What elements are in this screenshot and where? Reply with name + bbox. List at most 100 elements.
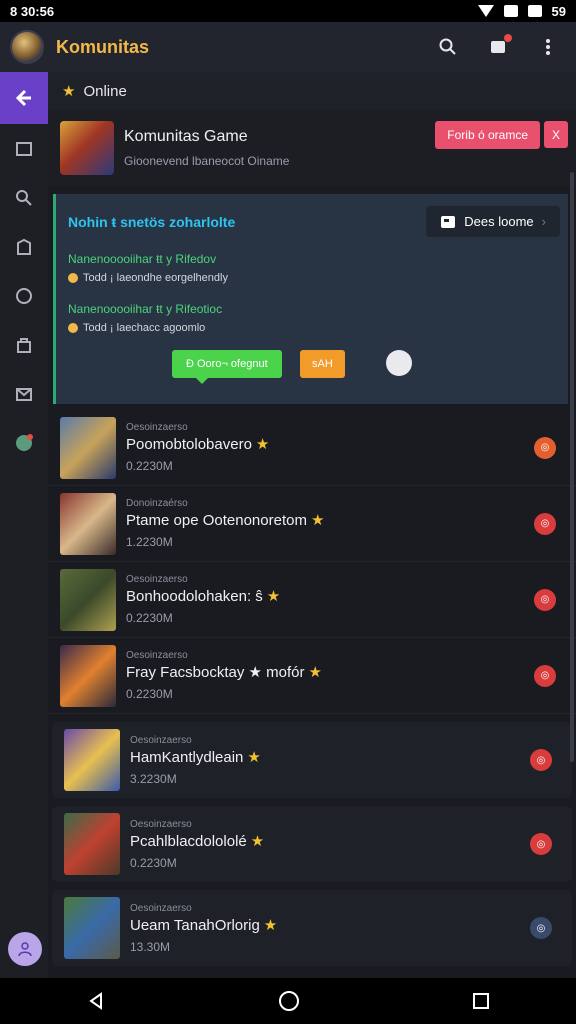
star-icon: ★ (250, 832, 265, 850)
star-icon: ★ (266, 588, 281, 605)
download-badge-icon[interactable]: ◎ (530, 749, 552, 771)
list-item-meta: Oesoinzaerso (126, 422, 188, 433)
list-item-title: Fray Facsbocktay ★ mofór (126, 664, 305, 681)
battery-icon (527, 5, 542, 17)
sidebar (0, 72, 48, 978)
sidebar-item-store[interactable] (0, 222, 48, 271)
promo-panel: Nohin ŧ snetös zoharlolte Dees loome › N… (53, 194, 568, 404)
status-bar: 8 30:56 59 (0, 0, 576, 22)
list-item-title: Ueam TanahOrlorig (130, 916, 260, 934)
sidebar-item-catalog[interactable] (0, 124, 48, 173)
user-icon (18, 942, 32, 957)
profile-button[interactable] (8, 932, 42, 966)
search-icon (16, 189, 32, 206)
back-triangle-icon[interactable] (86, 991, 106, 1011)
download-badge-icon[interactable]: ◎ (534, 512, 556, 535)
game-title: Komunitas Game (124, 128, 248, 145)
list-item[interactable]: Oesoinzaerso Pcahlblacdolololé ★ 0.2230M ◎ (52, 806, 572, 882)
sidebar-item-rewards[interactable] (0, 271, 48, 320)
download-badge-icon[interactable]: ◎ (530, 833, 552, 855)
notifications-button[interactable] (488, 34, 512, 57)
wifi-icon (477, 5, 494, 17)
list-item-size: 0.2230M (126, 687, 173, 701)
game-card[interactable]: Komunitas Game Gioonevend lbaneocot Oina… (48, 110, 576, 186)
main-content: ★ Online Komunitas Game Gioonevend lbane… (48, 72, 576, 978)
notification-badge (504, 34, 512, 42)
download-badge-icon[interactable]: ◎ (534, 436, 556, 459)
star-icon: ★ (263, 916, 278, 934)
home-circle-icon[interactable] (278, 990, 300, 1012)
list-item-title: Pcahlblacdolololé (130, 832, 247, 850)
mail-icon (16, 387, 32, 401)
sidebar-item-mail[interactable] (0, 369, 48, 418)
online-header: ★ Online (48, 72, 576, 110)
chat-button[interactable]: Ð Ooro¬ ofegnut (172, 350, 282, 384)
game-list: Oesoinzaerso Poomobtolobavero ★ 0.2230M ◎ Don… (48, 410, 576, 966)
game-thumbnail (64, 813, 120, 875)
arrow-left-icon (15, 89, 31, 107)
list-item-size: 13.30M (130, 939, 171, 954)
list-item-size: 1.2230M (126, 535, 173, 549)
orange-button[interactable]: sAH (300, 350, 345, 378)
more-menu-button[interactable] (538, 37, 558, 57)
download-badge-icon[interactable]: ◎ (534, 664, 556, 687)
list-item[interactable]: Oesoinzaerso Ueam TanahOrlorig ★ 13.30M ◎ (52, 890, 572, 966)
game-close-button[interactable]: X (544, 121, 568, 148)
emoji-face-icon[interactable] (386, 350, 412, 376)
scrollbar[interactable] (570, 172, 574, 762)
game-thumbnail (64, 729, 120, 791)
list-item[interactable]: Oesoinzaerso Poomobtolobavero ★ 0.2230M ◎ (48, 410, 576, 486)
search-icon (439, 38, 456, 55)
coin-icon (68, 323, 78, 333)
list-item[interactable]: Oesoinzaerso HamKantlydleain ★ 3.2230M ◎ (52, 722, 572, 798)
list-item-title: Bonhoodolohaken: ŝ (126, 588, 263, 605)
back-button[interactable] (0, 72, 48, 124)
star-icon: ★ (310, 512, 325, 529)
list-item[interactable]: Oesoinzaerso Bonhoodolohaken: ŝ ★ 0.2230M ◎ (48, 562, 576, 638)
promo-line-2-sub: Todd ¡ laechacc agoomlo (83, 322, 206, 334)
promo-button[interactable]: Dees loome › (426, 206, 560, 237)
coin-icon (68, 273, 78, 283)
online-label: Online (83, 82, 127, 100)
status-time: 8 30:56 (10, 3, 55, 19)
list-item-meta: Donoinzaérso (126, 498, 188, 509)
globe-icon (16, 433, 33, 451)
sidebar-item-friends[interactable] (0, 418, 48, 467)
game-subtitle: Gioonevend lbaneocot Oiname (124, 154, 290, 168)
list-item-meta: Oesoinzaerso (130, 902, 192, 914)
download-badge-icon[interactable]: ◎ (530, 917, 552, 939)
list-item-title: Ptame ope Ootenonoretom (126, 512, 307, 529)
star-icon: ★ (308, 664, 322, 681)
promo-line-1-sub: Todd ¡ laeondhe eorgelhendly (83, 272, 228, 284)
list-item-size: 3.2230M (130, 771, 177, 786)
list-item[interactable]: Donoinzaérso Ptame ope Ootenonoretom ★ 1.22… (48, 486, 576, 562)
recents-square-icon[interactable] (472, 992, 490, 1010)
game-thumbnail (60, 416, 116, 479)
download-badge-icon[interactable]: ◎ (534, 588, 556, 611)
list-item-meta: Oesoinzaerso (126, 574, 188, 585)
system-nav-bar (0, 978, 576, 1024)
book-icon (16, 141, 32, 156)
game-thumbnail (60, 644, 116, 707)
user-avatar[interactable] (10, 30, 44, 64)
list-item-meta: Oesoinzaerso (126, 650, 188, 661)
promo-button-label: Dees loome (464, 214, 534, 229)
more-vertical-icon (546, 39, 550, 55)
list-item-meta: Oesoinzaerso (130, 818, 192, 830)
star-icon: ★ (255, 436, 270, 453)
game-primary-button[interactable]: Forib ó oramce (435, 121, 540, 149)
game-thumbnail (64, 897, 120, 959)
battery-level: 59 (551, 3, 566, 19)
list-item-size: 0.2230M (126, 611, 173, 625)
list-item-title: Poomobtolobavero (126, 436, 252, 453)
game-thumbnail (60, 492, 116, 555)
list-item[interactable]: Oesoinzaerso Fray Facsbocktay ★ mofór ★ 0.2… (48, 638, 576, 714)
promo-line-1: Nanenooooiihar ŧt y Rifedov (68, 252, 217, 266)
list-item-size: 0.2230M (126, 459, 173, 473)
sidebar-item-bag[interactable] (0, 320, 48, 369)
card-icon (441, 215, 456, 228)
sidebar-item-search[interactable] (0, 173, 48, 222)
search-button[interactable] (438, 37, 458, 57)
list-item-size: 0.2230M (130, 855, 177, 870)
star-icon: ★ (247, 748, 261, 766)
